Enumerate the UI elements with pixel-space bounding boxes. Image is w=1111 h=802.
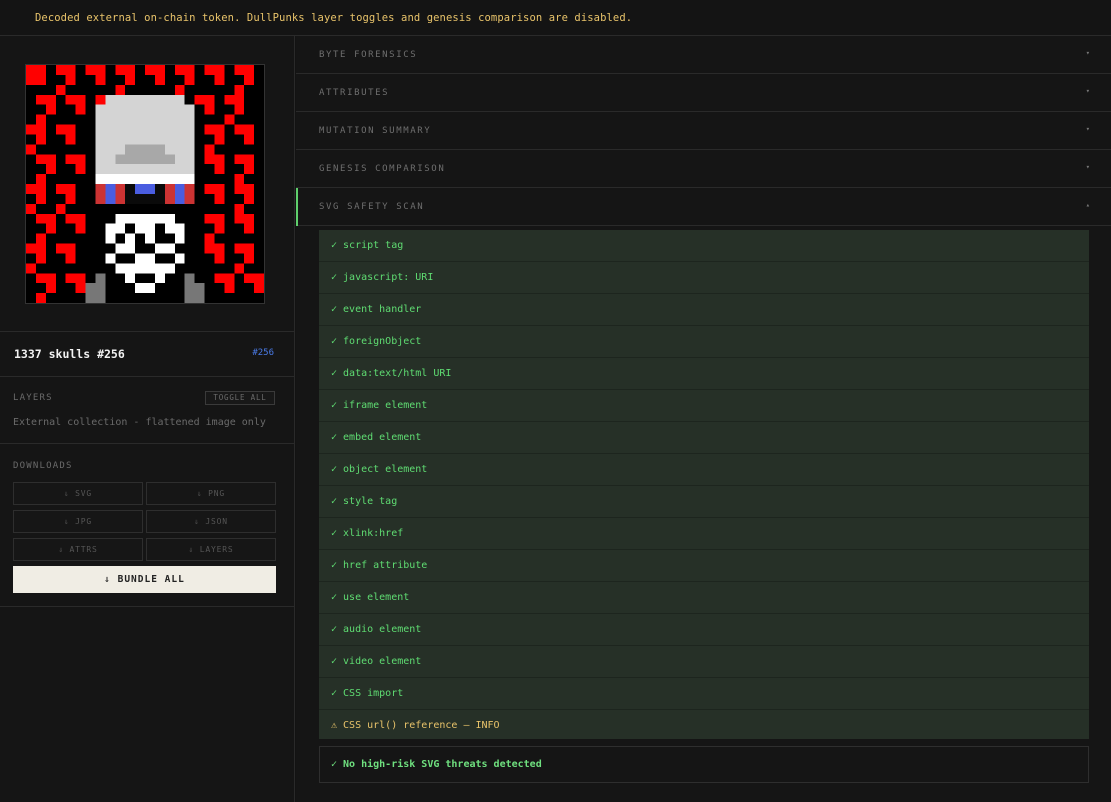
scan-result-item: ✓ javascript: URI	[319, 262, 1089, 294]
scan-result-item: ✓ CSS import	[319, 678, 1089, 710]
analysis-panel: BYTE FORENSICS ▾ ATTRIBUTES ▾ MUTATION S…	[296, 36, 1111, 802]
accordion-svg-safety-scan[interactable]: SVG SAFETY SCAN ▴	[296, 188, 1111, 226]
scan-result-text: ✓ foreignObject	[331, 336, 422, 347]
scan-result-item: ✓ href attribute	[319, 550, 1089, 582]
scan-summary-text: ✓ No high-risk SVG threats detected	[331, 759, 542, 770]
scan-result-item: ✓ object element	[319, 454, 1089, 486]
artwork-panel	[0, 36, 294, 332]
scan-result-text: ✓ video element	[331, 656, 422, 667]
token-title-row: 1337 skulls #256 #256	[0, 332, 294, 377]
scan-result-text: ✓ xlink:href	[331, 528, 404, 539]
bundle-all-button[interactable]: ⇓ BUNDLE ALL	[13, 566, 276, 593]
accordion-label: BYTE FORENSICS	[319, 50, 418, 60]
chevron-down-icon: ▾	[1085, 87, 1090, 95]
download-svg-button[interactable]: ⇓ SVG	[13, 482, 143, 505]
scan-result-item: ✓ use element	[319, 582, 1089, 614]
chevron-down-icon: ▾	[1085, 163, 1090, 171]
download-layers-button[interactable]: ⇓ LAYERS	[146, 538, 276, 561]
download-attrs-button[interactable]: ⇓ ATTRS	[13, 538, 143, 561]
skull-artwork-image	[26, 65, 264, 303]
download-png-button[interactable]: ⇓ PNG	[146, 482, 276, 505]
scan-result-text: ✓ style tag	[331, 496, 398, 507]
token-name: 1337 skulls #256	[14, 347, 125, 361]
scan-result-text: ✓ href attribute	[331, 560, 428, 571]
scan-result-item: ✓ iframe element	[319, 390, 1089, 422]
scan-result-item-warning: ⚠ CSS url() reference — INFO	[319, 710, 1089, 742]
accordion-genesis-comparison[interactable]: GENESIS COMPARISON ▾	[296, 150, 1111, 188]
chevron-down-icon: ▾	[1085, 125, 1090, 133]
scan-result-text: ✓ event handler	[331, 304, 422, 315]
scan-result-text: ✓ script tag	[331, 240, 404, 251]
layers-section: LAYERS TOGGLE ALL External collection - …	[0, 377, 294, 444]
chevron-up-icon: ▴	[1085, 201, 1090, 209]
svg-scan-results: ✓ script tag ✓ javascript: URI ✓ event h…	[319, 230, 1089, 739]
scan-result-text: ✓ data:text/html URI	[331, 368, 452, 379]
accordion-mutation-summary[interactable]: MUTATION SUMMARY ▾	[296, 112, 1111, 150]
scan-result-item: ✓ event handler	[319, 294, 1089, 326]
scan-result-item: ✓ video element	[319, 646, 1089, 678]
accordion-label: GENESIS COMPARISON	[319, 164, 446, 174]
scan-result-item: ✓ embed element	[319, 422, 1089, 454]
accordion-attributes[interactable]: ATTRIBUTES ▾	[296, 74, 1111, 112]
accordion-label: MUTATION SUMMARY	[319, 126, 432, 136]
notice-text: Decoded external on-chain token. DullPun…	[35, 12, 633, 24]
download-jpg-button[interactable]: ⇓ JPG	[13, 510, 143, 533]
chevron-down-icon: ▾	[1085, 49, 1090, 57]
downloads-section: DOWNLOADS ⇓ SVG ⇓ PNG ⇓ JPG ⇓ JSON ⇓ ATT…	[0, 444, 294, 607]
token-id-link[interactable]: #256	[252, 348, 274, 358]
scan-result-item: ✓ foreignObject	[319, 326, 1089, 358]
scan-result-item: ✓ data:text/html URI	[319, 358, 1089, 390]
active-accent-bar	[296, 188, 298, 226]
scan-summary: ✓ No high-risk SVG threats detected	[319, 746, 1089, 783]
scan-result-text: ✓ use element	[331, 592, 410, 603]
scan-result-text: ✓ CSS import	[331, 688, 404, 699]
notice-banner: Decoded external on-chain token. DullPun…	[0, 0, 1111, 36]
download-json-button[interactable]: ⇓ JSON	[146, 510, 276, 533]
token-sidebar: 1337 skulls #256 #256 LAYERS TOGGLE ALL …	[0, 36, 295, 802]
scan-result-item: ✓ script tag	[319, 230, 1089, 262]
scan-result-text: ✓ javascript: URI	[331, 272, 434, 283]
accordion-byte-forensics[interactable]: BYTE FORENSICS ▾	[296, 36, 1111, 74]
toggle-all-button[interactable]: TOGGLE ALL	[205, 391, 275, 405]
scan-result-text: ⚠ CSS url() reference — INFO	[331, 720, 500, 731]
scan-result-text: ✓ object element	[331, 464, 428, 475]
scan-result-text: ✓ embed element	[331, 432, 422, 443]
accordion-label: SVG SAFETY SCAN	[319, 202, 425, 212]
layers-label: LAYERS	[13, 393, 53, 403]
accordion-label: ATTRIBUTES	[319, 88, 390, 98]
scan-result-text: ✓ iframe element	[331, 400, 428, 411]
layers-note: External collection - flattened image on…	[13, 417, 266, 428]
downloads-label: DOWNLOADS	[13, 461, 73, 471]
scan-result-item: ✓ style tag	[319, 486, 1089, 518]
scan-result-item: ✓ audio element	[319, 614, 1089, 646]
token-artwork	[25, 64, 265, 304]
scan-result-item: ✓ xlink:href	[319, 518, 1089, 550]
scan-result-text: ✓ audio element	[331, 624, 422, 635]
